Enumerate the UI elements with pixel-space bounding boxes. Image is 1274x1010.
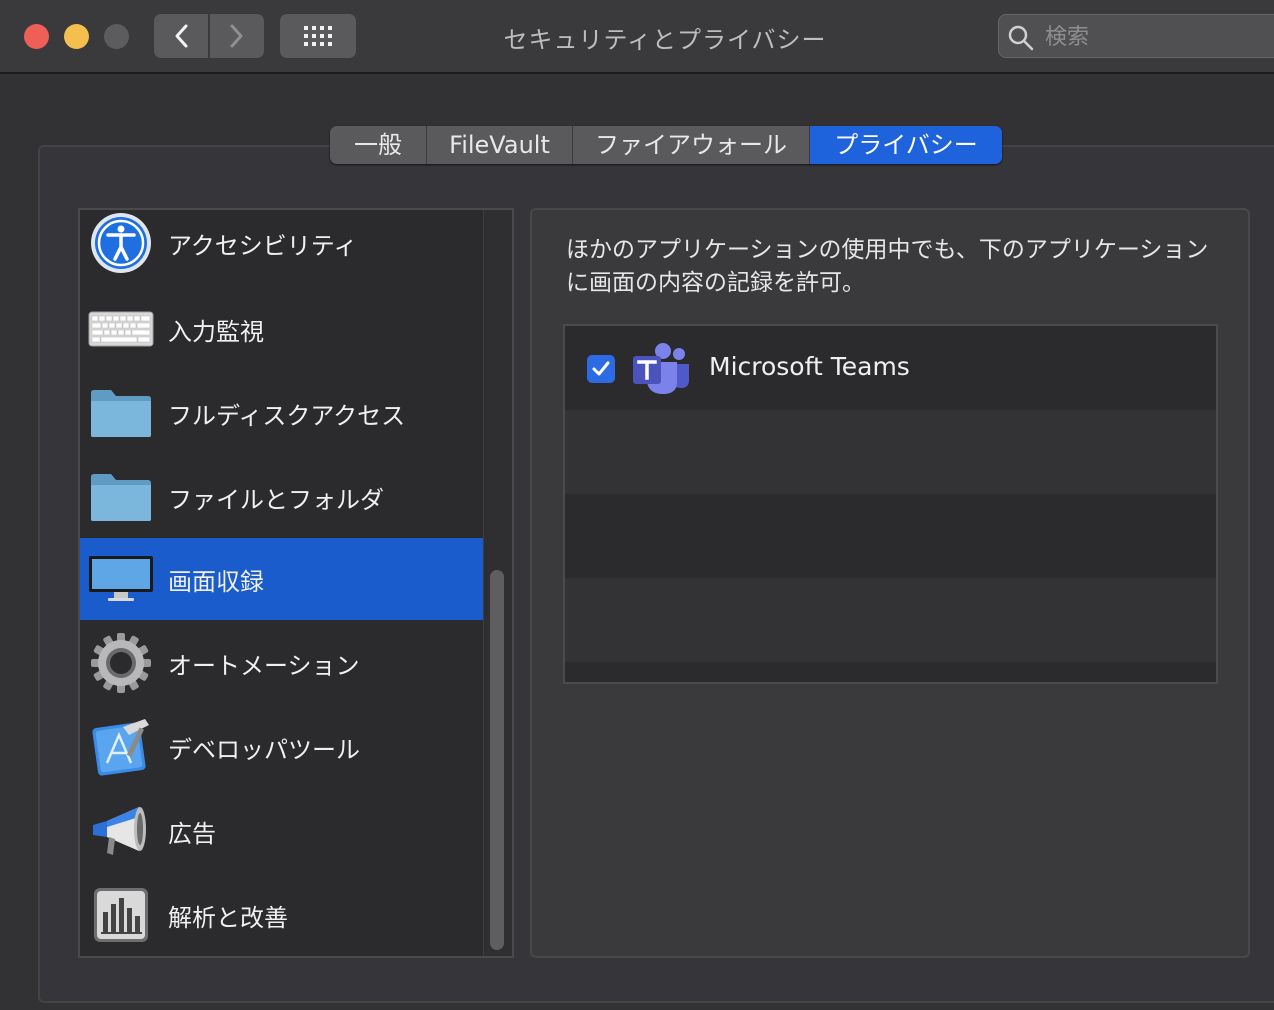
tab-general[interactable]: 一般 bbox=[330, 126, 426, 164]
sidebar-item-label: 画面収録 bbox=[168, 567, 264, 596]
scrollbar-thumb[interactable] bbox=[490, 570, 504, 950]
sidebar-item-advertising[interactable]: 広告 bbox=[80, 790, 483, 872]
close-button[interactable] bbox=[24, 24, 49, 49]
gear-icon bbox=[88, 630, 154, 696]
tab-firewall[interactable]: ファイアウォール bbox=[572, 126, 809, 164]
search-field[interactable] bbox=[998, 14, 1274, 59]
sidebar-item-label: アクセシビリティ bbox=[168, 231, 358, 260]
sidebar-item-label: デベロッパツール bbox=[168, 735, 360, 764]
sidebar-item-files-and-folders[interactable]: ファイルとフォルダ bbox=[80, 456, 483, 538]
sidebar-item-input-monitoring[interactable]: 入力監視 bbox=[80, 288, 483, 370]
keyboard-icon bbox=[88, 296, 154, 362]
tab-filevault[interactable]: FileVault bbox=[426, 126, 572, 164]
sidebar-item-label: 入力監視 bbox=[168, 317, 264, 346]
zoom-button[interactable] bbox=[104, 24, 129, 49]
sidebar-item-full-disk-access[interactable]: フルディスクアクセス bbox=[80, 372, 483, 454]
search-icon bbox=[1008, 25, 1034, 51]
xcode-icon bbox=[88, 714, 154, 780]
app-permission-list: Microsoft Teams bbox=[563, 324, 1218, 684]
tab-bar: 一般 FileVault ファイアウォール プライバシー bbox=[330, 126, 1002, 164]
privacy-category-list: アクセシビリティ 入力監視 フルディスクアクセス ファイルとフォルダ 画面収録 … bbox=[78, 208, 514, 958]
sidebar-item-label: 解析と改善 bbox=[168, 903, 288, 932]
list-item[interactable]: Microsoft Teams bbox=[565, 326, 1216, 410]
sidebar-item-label: オートメーション bbox=[168, 651, 360, 680]
show-all-button[interactable] bbox=[280, 14, 356, 58]
sidebar-item-developer-tools[interactable]: デベロッパツール bbox=[80, 706, 483, 788]
sidebar-item-label: 広告 bbox=[168, 819, 216, 848]
back-button[interactable] bbox=[154, 14, 208, 58]
tab-privacy[interactable]: プライバシー bbox=[809, 126, 1002, 164]
table-row bbox=[565, 494, 1216, 578]
display-icon bbox=[88, 546, 154, 612]
table-row bbox=[565, 578, 1216, 662]
sidebar-item-accessibility[interactable]: アクセシビリティ bbox=[80, 210, 483, 284]
sidebar-item-automation[interactable]: オートメーション bbox=[80, 622, 483, 704]
sidebar-item-label: フルディスクアクセス bbox=[168, 401, 406, 430]
grid-icon bbox=[304, 26, 332, 46]
search-input[interactable] bbox=[1043, 15, 1267, 59]
table-row bbox=[565, 662, 1216, 682]
app-permission-checkbox[interactable] bbox=[587, 355, 615, 383]
chevron-right-icon bbox=[230, 24, 243, 48]
chevron-left-icon bbox=[175, 24, 188, 48]
sidebar-item-analytics[interactable]: 解析と改善 bbox=[80, 874, 483, 956]
window-title: セキュリティとプライバシー bbox=[503, 26, 827, 54]
sidebar-item-screen-recording[interactable]: 画面収録 bbox=[80, 538, 483, 620]
sidebar-item-label: ファイルとフォルダ bbox=[168, 485, 384, 514]
forward-button[interactable] bbox=[208, 14, 264, 58]
accessibility-icon bbox=[88, 210, 154, 276]
app-name: Microsoft Teams bbox=[709, 352, 910, 381]
megaphone-icon bbox=[88, 798, 154, 864]
teams-icon bbox=[631, 342, 691, 396]
table-row bbox=[565, 410, 1216, 494]
navigation-group bbox=[154, 14, 264, 58]
minimize-button[interactable] bbox=[64, 24, 89, 49]
folder-icon bbox=[88, 464, 154, 530]
bar-chart-icon bbox=[88, 882, 154, 948]
checkmark-icon bbox=[592, 361, 610, 376]
folder-icon bbox=[88, 380, 154, 446]
title-bar: セキュリティとプライバシー bbox=[0, 0, 1274, 74]
permission-description: ほかのアプリケーションの使用中でも、下のアプリケーションに画面の内容の記録を許可… bbox=[566, 237, 1209, 296]
